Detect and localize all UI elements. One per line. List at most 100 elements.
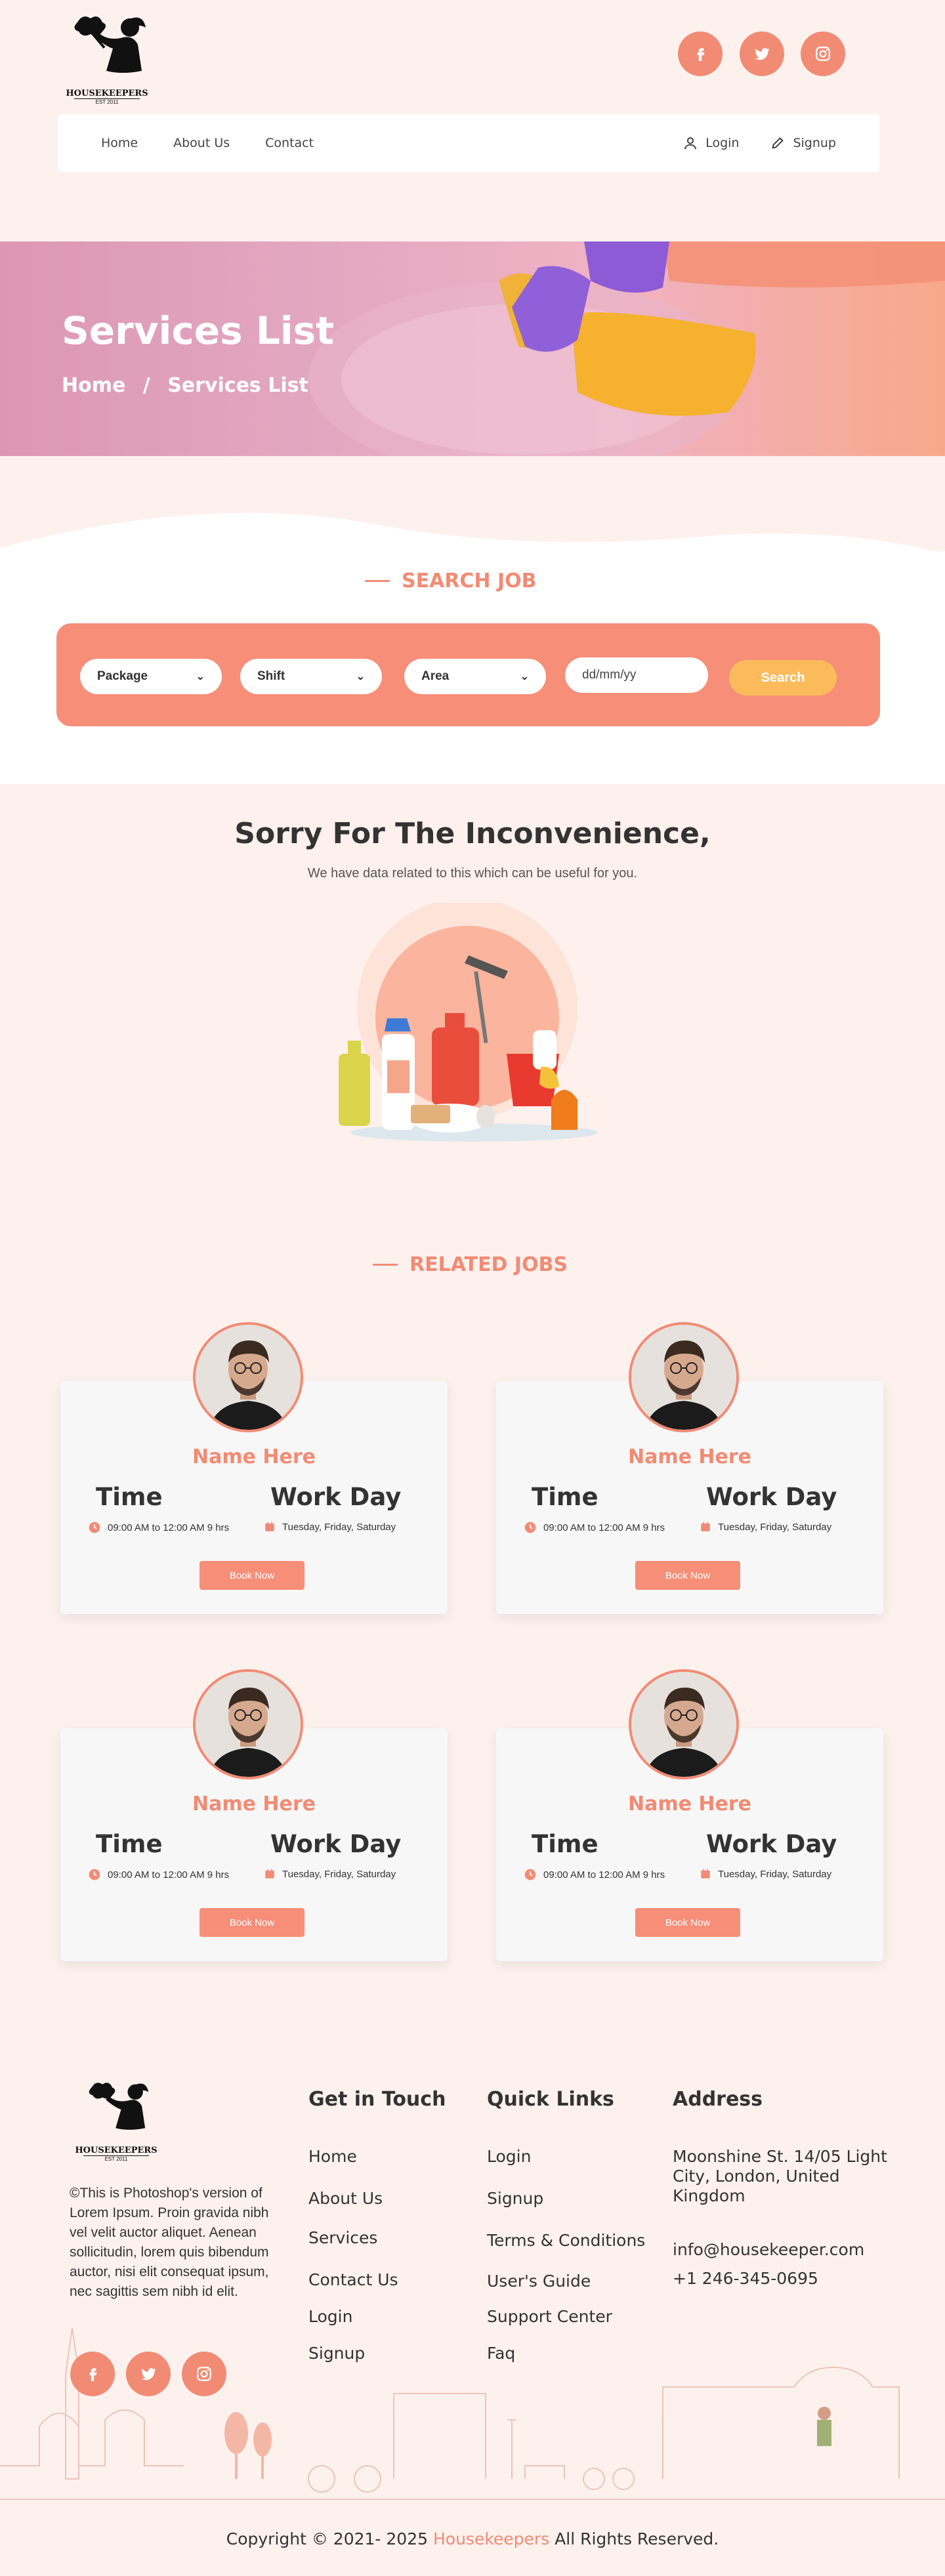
footer-divider xyxy=(0,2499,945,2500)
avatar xyxy=(629,1322,739,1432)
twitter-icon xyxy=(141,2368,156,2380)
book-now-button[interactable]: Book Now xyxy=(635,1561,740,1590)
quick-link-support-center[interactable]: Support Center xyxy=(487,2307,612,2326)
work-day-label: Work Day xyxy=(706,1830,837,1858)
footer-link-login[interactable]: Login xyxy=(308,2307,352,2326)
facebook-icon xyxy=(89,2368,97,2381)
date-input[interactable]: dd/mm/yy xyxy=(565,657,708,693)
footer-brand-tagline: EST 2011 xyxy=(83,2155,149,2162)
copyright: Copyright © 2021- 2025 Housekeepers All … xyxy=(0,2529,945,2548)
user-icon xyxy=(684,137,697,150)
chevron-down-icon: ⌄ xyxy=(520,671,529,682)
footer-link-contact-us[interactable]: Contact Us xyxy=(308,2270,398,2289)
calendar-icon xyxy=(701,1522,710,1531)
footer-link-signup[interactable]: Signup xyxy=(308,2344,365,2363)
quick-link-signup[interactable]: Signup xyxy=(487,2189,543,2208)
chevron-down-icon: ⌄ xyxy=(196,671,205,682)
avatar xyxy=(193,1669,303,1779)
area-select[interactable]: Area ⌄ xyxy=(404,659,546,694)
shift-select[interactable]: Shift ⌄ xyxy=(240,659,382,694)
quick-link-users-guide[interactable]: User's Guide xyxy=(487,2272,591,2291)
copyright-text: Copyright © 2021- 2025 xyxy=(226,2529,429,2548)
pencil-icon xyxy=(772,137,784,149)
job-name: Name Here xyxy=(628,1793,751,1816)
footer-link-services[interactable]: Services xyxy=(308,2228,377,2247)
facebook-button[interactable] xyxy=(678,31,723,76)
job-name: Name Here xyxy=(192,1445,316,1468)
package-select[interactable]: Package ⌄ xyxy=(80,659,222,694)
footer-link-about-us[interactable]: About Us xyxy=(308,2189,383,2208)
chevron-down-icon: ⌄ xyxy=(356,671,365,682)
facebook-icon xyxy=(697,48,705,61)
footer-brand-name: HOUSEKEEPERS xyxy=(75,2146,158,2155)
login-label: Login xyxy=(705,136,740,150)
wave-divider xyxy=(0,456,945,554)
job-time: 09:00 AM to 12:00 AM 9 hrs xyxy=(108,1869,230,1880)
nav-home[interactable]: Home xyxy=(101,136,138,150)
breadcrumb-home[interactable]: Home xyxy=(62,374,125,397)
copyright-rights: All Rights Reserved. xyxy=(555,2529,719,2548)
page-title: Services List xyxy=(62,308,334,353)
job-days: Tuesday, Friday, Saturday xyxy=(282,1521,396,1533)
package-value: Package xyxy=(97,669,148,683)
work-day-label: Work Day xyxy=(706,1483,837,1511)
quick-link-terms[interactable]: Terms & Conditions xyxy=(487,2231,645,2250)
address-phone[interactable]: +1 246-345-0695 xyxy=(673,2269,818,2288)
footer-link-home[interactable]: Home xyxy=(308,2147,357,2166)
book-now-button[interactable]: Book Now xyxy=(200,1908,304,1937)
date-placeholder: dd/mm/yy xyxy=(582,668,637,682)
nav-about-us[interactable]: About Us xyxy=(173,136,230,150)
avatar xyxy=(193,1322,303,1432)
person-photo xyxy=(631,1672,736,1777)
get-in-touch-heading: Get in Touch xyxy=(308,2088,446,2111)
main-navbar: Home About Us Contact Login Signup xyxy=(58,114,879,172)
address-text: Moonshine St. 14/05 Light City, London, … xyxy=(673,2147,887,2205)
twitter-button[interactable] xyxy=(740,31,784,76)
housekeeper-silhouette-icon xyxy=(89,2083,149,2130)
job-name: Name Here xyxy=(628,1445,751,1468)
avatar xyxy=(629,1669,739,1779)
job-time: 09:00 AM to 12:00 AM 9 hrs xyxy=(543,1522,665,1533)
login-link[interactable]: Login xyxy=(683,136,739,150)
job-time: 09:00 AM to 12:00 AM 9 hrs xyxy=(543,1869,665,1880)
quick-link-login[interactable]: Login xyxy=(487,2147,531,2166)
calendar-icon xyxy=(701,1869,710,1879)
clock-icon xyxy=(524,1869,536,1880)
twitter-icon xyxy=(755,48,770,60)
footer-instagram-button[interactable] xyxy=(182,2352,226,2396)
nav-contact[interactable]: Contact xyxy=(265,136,314,150)
calendar-icon xyxy=(265,1869,274,1879)
book-now-button[interactable]: Book Now xyxy=(635,1908,740,1937)
time-label: Time xyxy=(96,1483,163,1511)
job-days: Tuesday, Friday, Saturday xyxy=(718,1521,832,1533)
footer-logo[interactable]: HOUSEKEEPERS EST 2011 xyxy=(67,2077,165,2162)
instagram-icon xyxy=(197,2367,211,2381)
job-days: Tuesday, Friday, Saturday xyxy=(718,1868,832,1880)
clock-icon xyxy=(524,1522,536,1533)
copyright-brand[interactable]: Housekeepers xyxy=(433,2529,549,2548)
shift-value: Shift xyxy=(257,669,285,683)
book-now-button[interactable]: Book Now xyxy=(200,1561,304,1590)
brand-logo[interactable]: HOUSEKEEPERS EST 2011 xyxy=(58,9,156,105)
housekeeper-silhouette-icon xyxy=(74,16,146,73)
footer-twitter-button[interactable] xyxy=(126,2352,171,2396)
signup-label: Signup xyxy=(793,136,836,150)
quick-link-faq[interactable]: Faq xyxy=(487,2344,515,2363)
footer-facebook-button[interactable] xyxy=(70,2352,115,2396)
brand-name: HOUSEKEEPERS xyxy=(66,89,148,98)
address-email[interactable]: info@housekeeper.com xyxy=(673,2240,864,2259)
instagram-icon xyxy=(816,47,830,61)
signup-link[interactable]: Signup xyxy=(770,136,836,150)
search-button[interactable]: Search xyxy=(729,660,837,696)
breadcrumb: Home / Services List xyxy=(62,374,308,397)
cleaning-supplies-illustration xyxy=(339,903,597,1142)
job-days: Tuesday, Friday, Saturday xyxy=(282,1868,396,1880)
time-label: Time xyxy=(532,1483,598,1511)
footer-about-text: ©This is Photoshop's version of Lorem Ip… xyxy=(70,2186,269,2299)
clock-icon xyxy=(89,1869,100,1880)
instagram-button[interactable] xyxy=(801,31,845,76)
related-jobs-heading: RELATED JOBS xyxy=(373,1253,568,1276)
breadcrumb-separator: / xyxy=(142,374,150,397)
person-photo xyxy=(631,1325,736,1430)
person-photo xyxy=(196,1325,301,1430)
